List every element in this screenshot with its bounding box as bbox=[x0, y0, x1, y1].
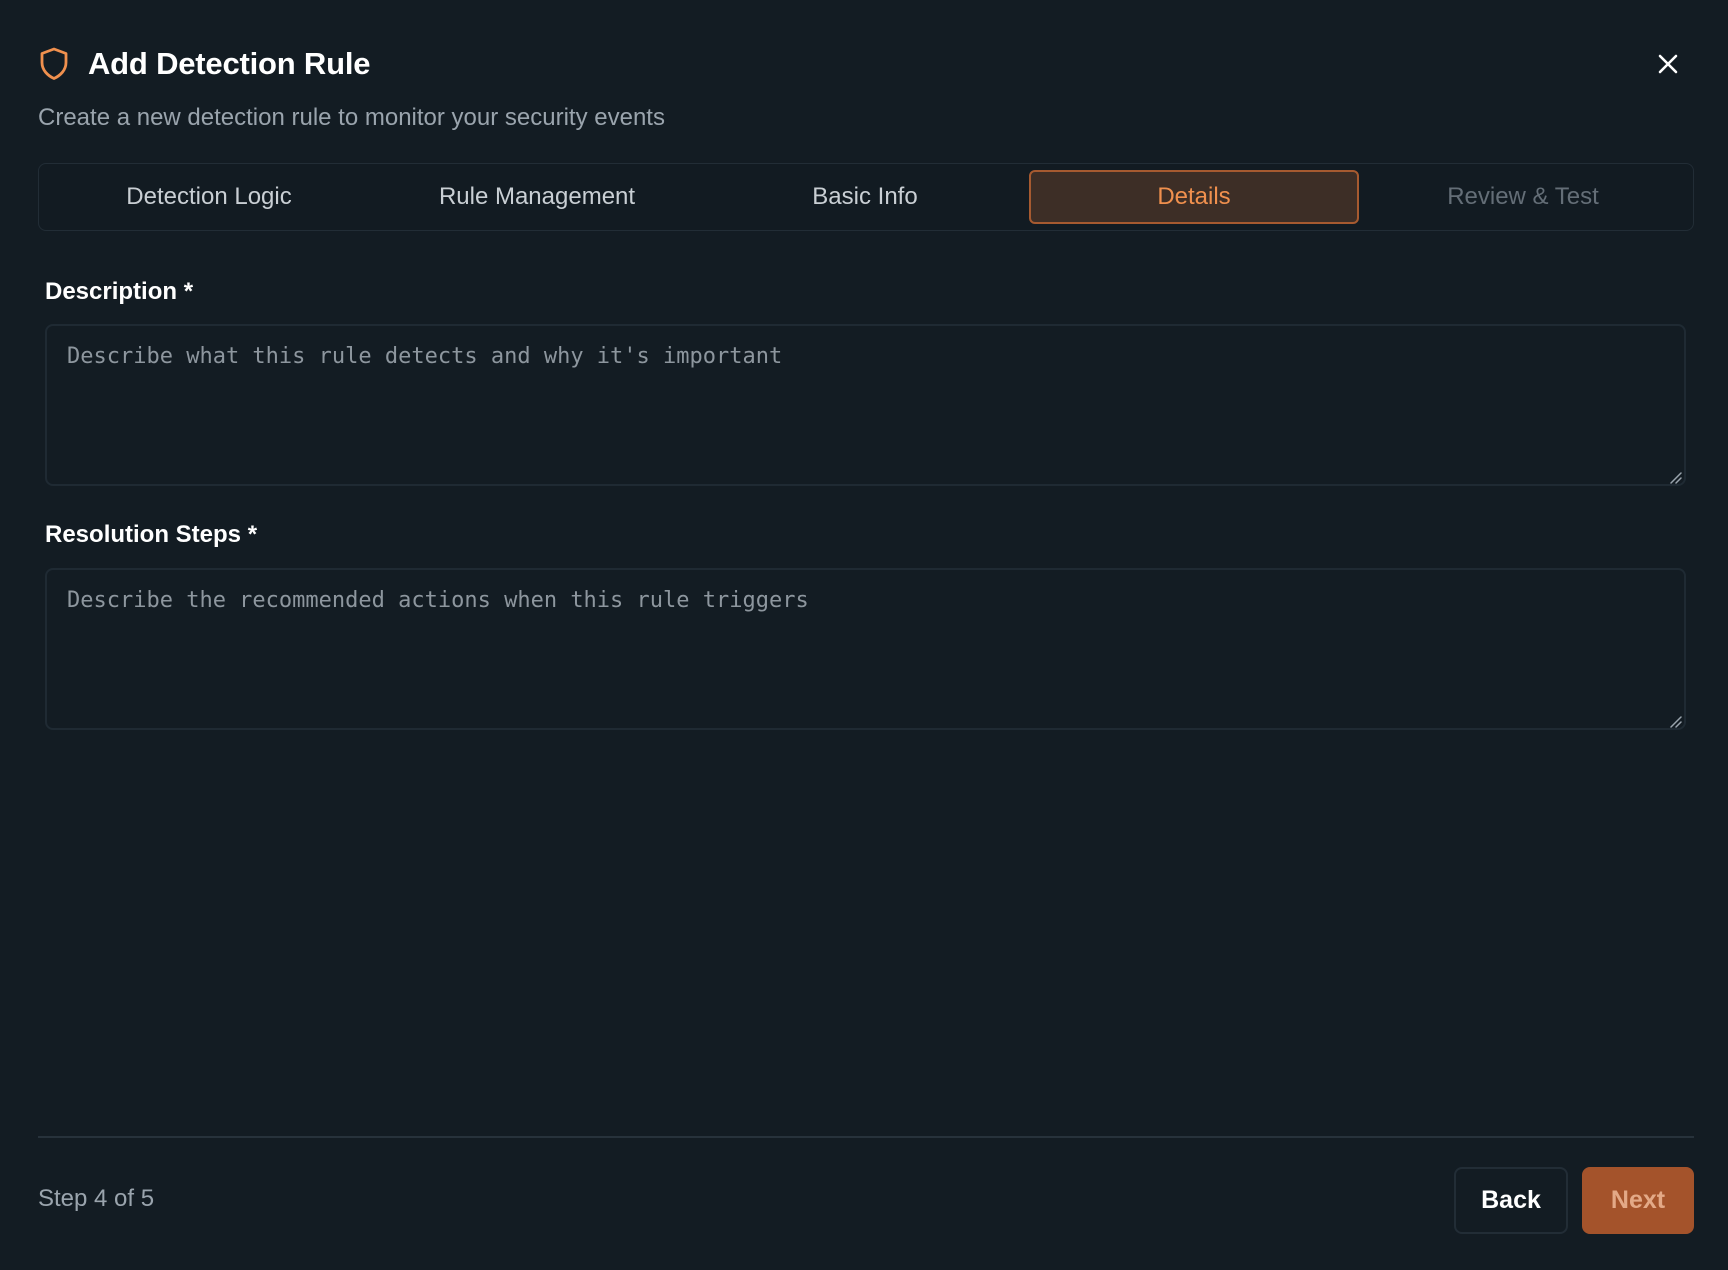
step-indicator: Step 4 of 5 bbox=[38, 1185, 155, 1212]
tab-rule-management[interactable]: Rule Management bbox=[373, 170, 701, 224]
resolution-steps-input[interactable] bbox=[45, 568, 1686, 730]
close-icon bbox=[1658, 54, 1678, 74]
tab-review-test: Review & Test bbox=[1447, 183, 1599, 210]
dialog-header: Add Detection Rule bbox=[38, 44, 371, 84]
close-button[interactable] bbox=[1648, 44, 1688, 84]
shield-icon bbox=[38, 46, 70, 82]
description-label: Description * bbox=[45, 278, 194, 305]
resize-handle-icon[interactable] bbox=[1668, 470, 1682, 484]
back-button[interactable]: Back bbox=[1454, 1167, 1568, 1234]
dialog-subtitle: Create a new detection rule to monitor y… bbox=[38, 104, 665, 131]
next-button[interactable]: Next bbox=[1582, 1167, 1694, 1234]
tab-basic-info[interactable]: Basic Info bbox=[701, 170, 1029, 224]
dialog-title: Add Detection Rule bbox=[88, 46, 371, 81]
description-input[interactable] bbox=[45, 324, 1686, 486]
add-detection-rule-dialog: Add Detection Rule Create a new detectio… bbox=[0, 0, 1728, 1270]
resize-handle-icon[interactable] bbox=[1668, 714, 1682, 728]
footer-divider bbox=[38, 1136, 1694, 1138]
resolution-steps-label: Resolution Steps * bbox=[45, 521, 258, 548]
wizard-tabs: Detection Logic Rule Management Basic In… bbox=[38, 163, 1694, 231]
tab-detection-logic[interactable]: Detection Logic bbox=[45, 170, 373, 224]
tab-details[interactable]: Details bbox=[1029, 170, 1359, 224]
